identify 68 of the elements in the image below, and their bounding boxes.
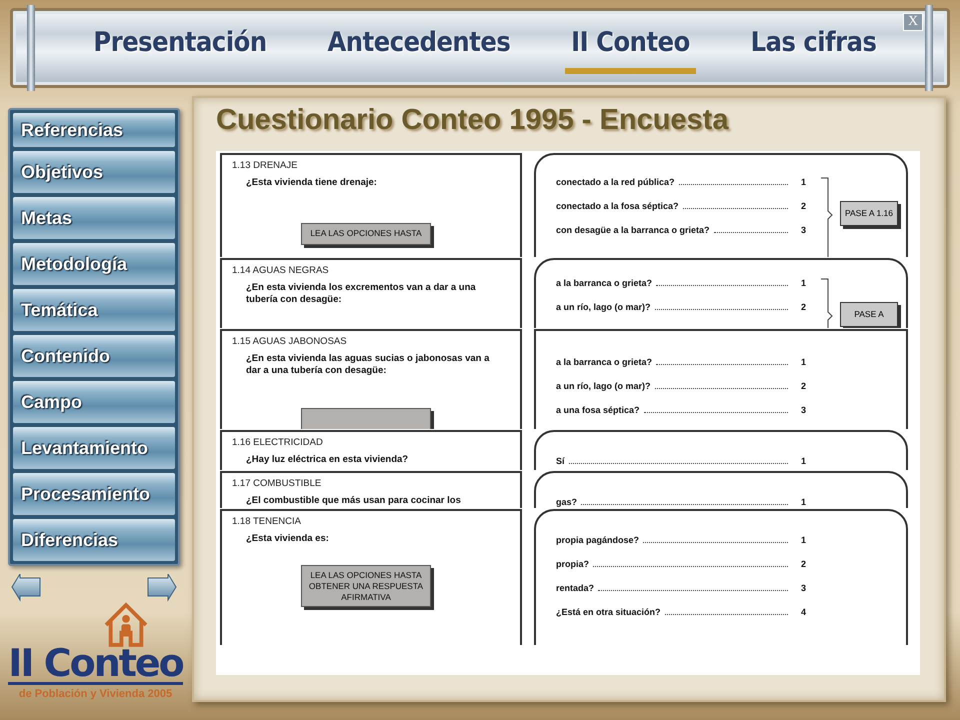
sidebar-item[interactable]: Contenido [13, 335, 175, 377]
option-code: 1 [800, 278, 806, 288]
right-arrow-icon [146, 574, 178, 602]
option-label: conectado a la red pública? [556, 177, 675, 187]
option-label: a la barranca o grieta? [556, 278, 652, 288]
option-label: a una fosa séptica? [556, 405, 640, 415]
option-code: 2 [800, 302, 806, 312]
previous-button[interactable] [10, 574, 42, 602]
option-label: conectado a la fosa séptica? [556, 201, 679, 211]
option-label: gas? [556, 497, 578, 507]
option-label: propia? [556, 559, 589, 569]
section-heading: 1.13 DRENAJE [232, 160, 298, 171]
section-heading: 1.14 AGUAS NEGRAS [232, 265, 330, 276]
skip-instruction: PASE A [840, 302, 898, 328]
bracket-icon [820, 177, 834, 257]
option-code: 3 [800, 405, 806, 415]
option-code: 1 [800, 177, 806, 187]
question-text: ¿En esta vivienda los excrementos van a dar a una tubería con desagüe: [246, 282, 477, 307]
option-code: 1 [800, 357, 806, 367]
option-label: propia pagándose? [556, 535, 640, 545]
sidebar-item[interactable]: Temática [13, 289, 175, 331]
sidebar-item[interactable]: Levantamiento [13, 427, 175, 469]
option-label: a un río, lago (o mar)? [556, 381, 651, 391]
sidebar-item[interactable]: Diferencias [13, 519, 175, 561]
nav-tab[interactable]: Las cifras [744, 22, 883, 74]
option-label: a la barranca o grieta? [556, 357, 652, 367]
sidebar-item[interactable]: Referencias [13, 113, 175, 147]
option-code: 1 [800, 497, 806, 507]
nav-tab[interactable]: Antecedentes [322, 22, 516, 74]
skip-instruction: PASE A 1.16 [840, 201, 898, 226]
question-text: ¿En esta vivienda las aguas sucias o jabonosas van a dar a una tubería con desagüe: [246, 353, 490, 378]
option-label: rentada? [556, 583, 594, 593]
sidebar-item[interactable]: Metas [13, 197, 175, 239]
question-text: ¿Esta vivienda tiene drenaje: [246, 177, 378, 190]
logo-title: II Conteo [8, 644, 183, 685]
sidebar-item[interactable]: Metodología [13, 243, 175, 285]
instruction-box: LEA LAS OPCIONES HASTA [301, 223, 431, 246]
option-code: 2 [800, 201, 806, 211]
nav-tab[interactable]: Presentación [87, 22, 273, 74]
sidebar-item[interactable]: Campo [13, 381, 175, 423]
option-label: con desagüe a la barranca o grieta? [556, 225, 710, 235]
question-text: ¿Esta vivienda es: [246, 533, 330, 546]
sidebar-item[interactable]: Objetivos [13, 151, 175, 193]
sidebar-item[interactable]: Procesamiento [13, 473, 175, 515]
section-heading: 1.15 AGUAS JABONOSAS [232, 336, 348, 347]
close-button[interactable]: X [903, 13, 923, 31]
question-text: ¿El combustible que más usan para cocinar los [246, 495, 462, 508]
question-text: ¿Hay luz eléctrica en esta vivienda? [246, 454, 410, 466]
logo-subtitle: de Población y Vivienda 2005 [18, 688, 172, 700]
nav-tab[interactable]: II Conteo [565, 22, 696, 74]
section-heading: 1.18 TENENCIA [232, 516, 302, 527]
page-title: Cuestionario Conteo 1995 - Encuesta [216, 104, 730, 137]
option-code: 3 [800, 225, 806, 235]
house-logo-icon [102, 602, 148, 648]
option-code: 2 [800, 381, 806, 391]
next-button[interactable] [146, 574, 178, 602]
option-code: 1 [800, 456, 806, 466]
option-code: 2 [800, 559, 806, 569]
section-heading: 1.17 COMBUSTIBLE [232, 478, 322, 489]
option-label: a un río, lago (o mar)? [556, 302, 651, 312]
option-label: Sí [556, 456, 565, 466]
option-code: 4 [800, 607, 806, 617]
option-label: ¿Está en otra situación? [556, 607, 661, 617]
option-code: 3 [800, 583, 806, 593]
left-arrow-icon [10, 574, 42, 602]
section-heading: 1.16 ELECTRICIDAD [232, 437, 324, 448]
instruction-box: LEA LAS OPCIONES HASTA OBTENER UNA RESPUESTA AFIRMATIVA [301, 565, 431, 608]
option-code: 1 [800, 535, 806, 545]
